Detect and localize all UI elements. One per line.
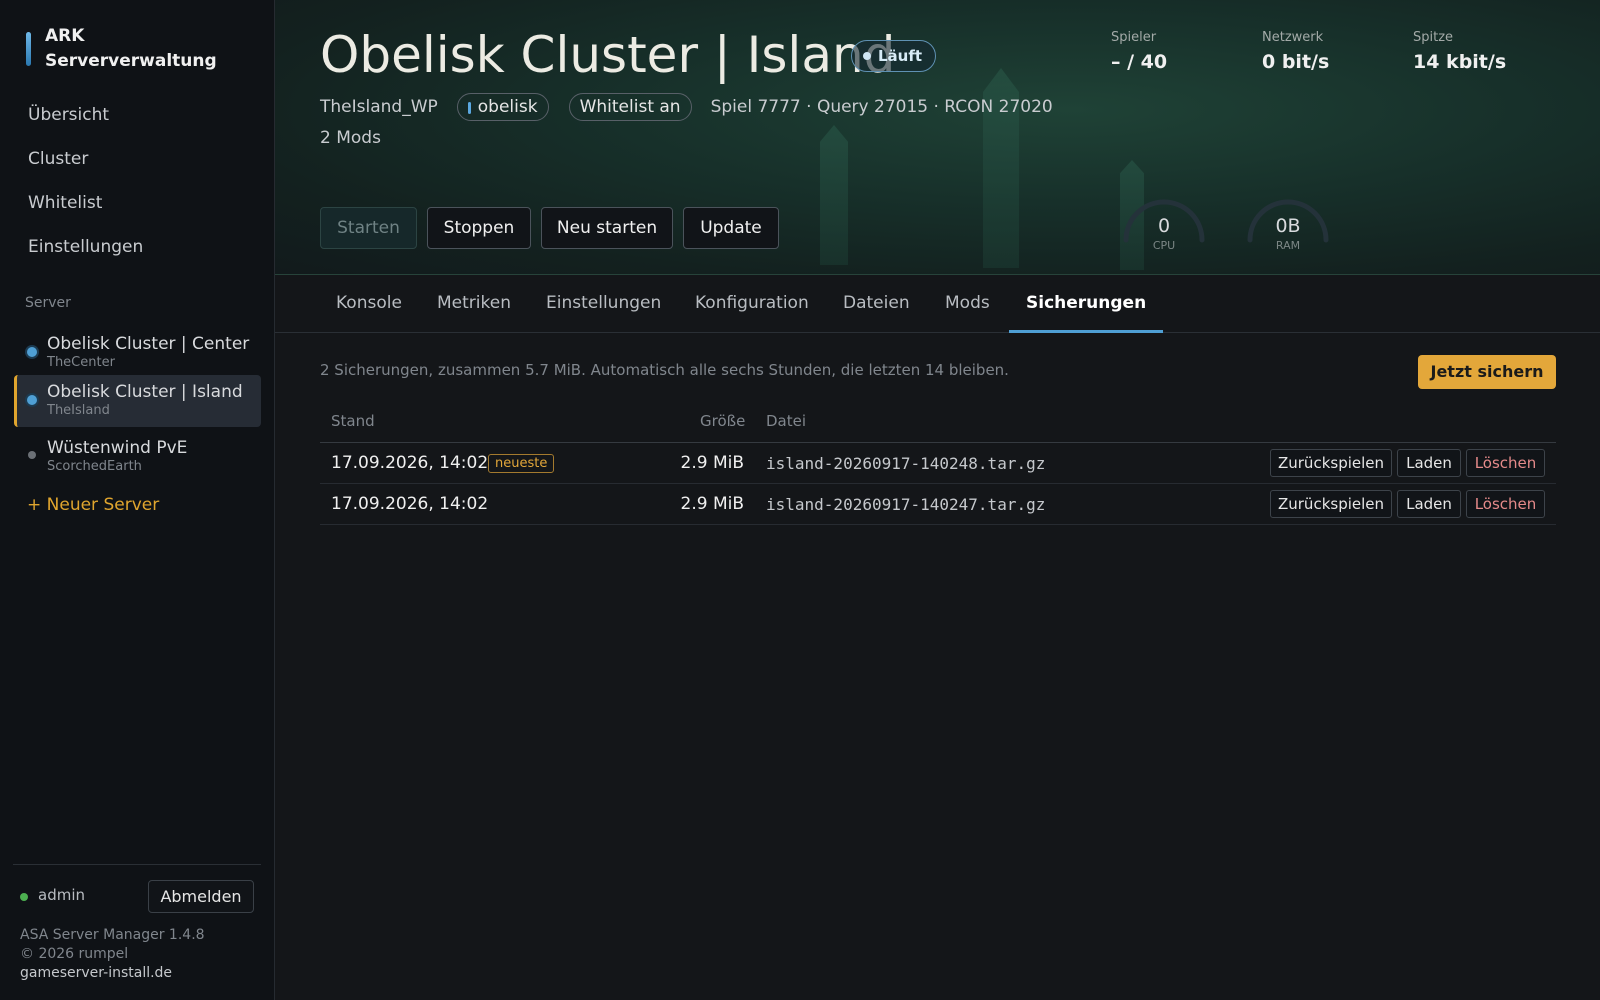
column-header-stand: Stand — [331, 412, 375, 430]
load-button[interactable]: Laden — [1397, 490, 1461, 518]
start-button[interactable]: Starten — [320, 207, 417, 249]
update-button[interactable]: Update — [683, 207, 779, 249]
stat-value: 0 bit/s — [1262, 51, 1330, 73]
tab-sicherungen[interactable]: Sicherungen — [1009, 276, 1164, 333]
user-name: admin — [38, 886, 85, 904]
restore-button[interactable]: Zurückspielen — [1270, 449, 1392, 477]
server-header: Obelisk Cluster | Island Läuft TheIsland… — [275, 0, 1600, 275]
stat-network: Netzwerk 0 bit/s — [1262, 30, 1329, 73]
sidebar-server-wuestenwind[interactable]: Wüstenwind PvE ScorchedEarth — [14, 431, 261, 483]
server-map: TheCenter — [47, 355, 115, 370]
stat-players: Spieler – / 40 — [1111, 30, 1167, 73]
server-tabs: Konsole Metriken Einstellungen Konfigura… — [275, 276, 1600, 333]
app-version: ASA Server Manager 1.4.8 — [20, 927, 205, 943]
footer-link[interactable]: gameserver-install.de — [20, 965, 172, 981]
column-header-size: Größe — [700, 412, 746, 430]
delete-button[interactable]: Löschen — [1466, 449, 1545, 477]
ram-value: 0B — [1275, 215, 1301, 237]
load-button[interactable]: Laden — [1397, 449, 1461, 477]
tab-metriken[interactable]: Metriken — [437, 276, 511, 333]
tab-mods[interactable]: Mods — [945, 276, 990, 333]
stat-label: Netzwerk — [1262, 30, 1324, 45]
table-row: 17.09.2026, 14:02 2.9 MiB island-2026091… — [320, 484, 1556, 525]
server-name: Wüstenwind PvE — [47, 438, 188, 458]
copyright: © 2026 rumpel — [20, 946, 129, 962]
map-id: TheIsland_WP — [320, 97, 438, 117]
backup-file: island-20260917-140247.tar.gz — [766, 495, 1046, 514]
server-map: ScorchedEarth — [47, 459, 142, 474]
ram-gauge: 0B RAM — [1242, 192, 1334, 252]
brand: ARK Serververwaltung — [26, 24, 235, 74]
sidebar: ARK Serververwaltung Übersicht Cluster W… — [0, 0, 275, 1000]
online-dot-icon — [20, 893, 28, 901]
brand-logo-icon — [26, 32, 31, 66]
tab-konfiguration[interactable]: Konfiguration — [695, 276, 809, 333]
sidebar-server-island[interactable]: Obelisk Cluster | Island TheIsland — [14, 375, 261, 427]
table-row: 17.09.2026, 14:02 neueste 2.9 MiB island… — [320, 443, 1556, 484]
cluster-tag: obelisk — [456, 93, 549, 121]
server-section-label: Server — [25, 295, 71, 311]
backups-summary: 2 Sicherungen, zusammen 5.7 MiB. Automat… — [320, 361, 1009, 379]
cpu-value: 0 — [1157, 215, 1171, 237]
status-badge: Läuft — [851, 40, 937, 72]
stat-value: – / 40 — [1111, 51, 1168, 73]
status-dot-icon — [27, 347, 37, 357]
delete-button[interactable]: Löschen — [1466, 490, 1545, 518]
column-header-file: Datei — [766, 412, 807, 430]
logout-button[interactable]: Abmelden — [148, 880, 254, 913]
stat-label: Spieler — [1111, 30, 1157, 45]
backup-now-button[interactable]: Jetzt sichern — [1418, 355, 1556, 389]
sidebar-divider — [13, 864, 261, 865]
mods-count: 2 Mods — [320, 128, 381, 148]
backup-file: island-20260917-140248.tar.gz — [766, 454, 1046, 473]
server-meta: TheIsland_WP obelisk Whitelist an Spiel … — [320, 92, 1053, 122]
status-dot-icon — [27, 395, 37, 405]
stop-button[interactable]: Stoppen — [427, 207, 531, 249]
cpu-gauge: 0 CPU — [1118, 192, 1210, 252]
stat-label: Spitze — [1413, 30, 1454, 45]
tab-dateien[interactable]: Dateien — [843, 276, 910, 333]
restart-button[interactable]: Neu starten — [541, 207, 673, 249]
stat-value: 14 kbit/s — [1413, 51, 1507, 73]
backup-size: 2.9 MiB — [680, 494, 745, 514]
backup-date: 17.09.2026, 14:02 — [331, 494, 489, 514]
newest-badge: neueste — [488, 454, 555, 473]
nav-item-cluster[interactable]: Cluster — [28, 144, 143, 188]
server-map: TheIsland — [47, 403, 110, 418]
main-nav: Übersicht Cluster Whitelist Einstellunge… — [28, 100, 143, 276]
nav-item-whitelist[interactable]: Whitelist — [28, 188, 143, 232]
ports-info: Spiel 7777 · Query 27015 · RCON 27020 — [710, 97, 1053, 117]
nav-item-overview[interactable]: Übersicht — [28, 100, 143, 144]
stat-peak: Spitze 14 kbit/s — [1413, 30, 1506, 73]
sidebar-server-center[interactable]: Obelisk Cluster | Center TheCenter — [14, 327, 261, 379]
backup-date: 17.09.2026, 14:02 — [331, 453, 489, 473]
tab-einstellungen[interactable]: Einstellungen — [546, 276, 661, 333]
obelisk-decoration — [820, 125, 848, 265]
ram-label: RAM — [1275, 239, 1301, 252]
server-name: Obelisk Cluster | Center — [47, 334, 250, 354]
cpu-label: CPU — [1152, 239, 1176, 252]
nav-item-settings[interactable]: Einstellungen — [28, 232, 143, 276]
new-server-link[interactable]: + Neuer Server — [27, 495, 159, 515]
restore-button[interactable]: Zurückspielen — [1270, 490, 1392, 518]
brand-title: ARK Serververwaltung — [45, 26, 217, 71]
whitelist-tag: Whitelist an — [568, 93, 692, 121]
status-dot-icon — [28, 451, 36, 459]
backup-size: 2.9 MiB — [680, 453, 745, 473]
server-title: Obelisk Cluster | Island — [320, 26, 896, 84]
tab-konsole[interactable]: Konsole — [336, 276, 402, 333]
server-name: Obelisk Cluster | Island — [47, 382, 243, 402]
